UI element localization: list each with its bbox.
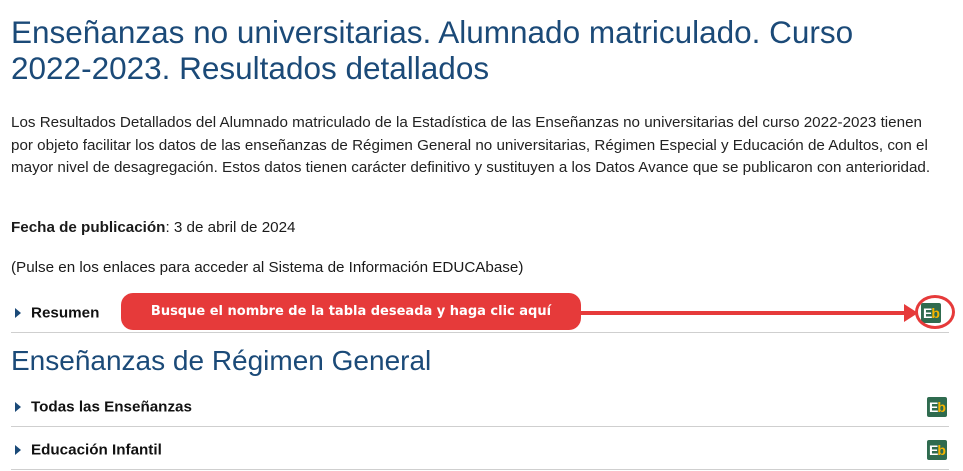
publication-date-value: : 3 de abril de 2024 <box>165 219 296 236</box>
caret-right-icon <box>15 401 21 412</box>
section-heading-regimen-general: Enseñanzas de Régimen General <box>11 345 432 376</box>
caret-right-icon <box>15 307 21 318</box>
row-educacion-infantil[interactable]: Educación Infantil Eb <box>11 430 949 470</box>
educabase-icon[interactable]: Eb <box>927 396 947 417</box>
page-title: Enseñanzas no universitarias. Alumnado m… <box>11 14 854 86</box>
row-label-todas[interactable]: Todas las Enseñanzas <box>31 398 192 415</box>
hint-text: (Pulse en los enlaces para acceder al Si… <box>11 259 524 276</box>
row-label-infantil[interactable]: Educación Infantil <box>31 441 162 458</box>
annotation-callout: Busque el nombre de la tabla deseada y h… <box>121 293 581 330</box>
publication-label: Fecha de publicación <box>11 219 166 236</box>
caret-right-icon <box>15 444 21 455</box>
annotation-arrow-line <box>578 311 908 315</box>
educabase-icon[interactable]: Eb <box>927 439 947 460</box>
annotation-highlight-circle <box>915 295 955 329</box>
publication-date: Fecha de publicación: 3 de abril de 2024 <box>11 217 296 239</box>
row-todas-las-ensenanzas[interactable]: Todas las Enseñanzas Eb <box>11 387 949 427</box>
intro-paragraph: Los Resultados Detallados del Alumnado m… <box>11 114 931 176</box>
row-label-resumen[interactable]: Resumen <box>31 304 99 321</box>
